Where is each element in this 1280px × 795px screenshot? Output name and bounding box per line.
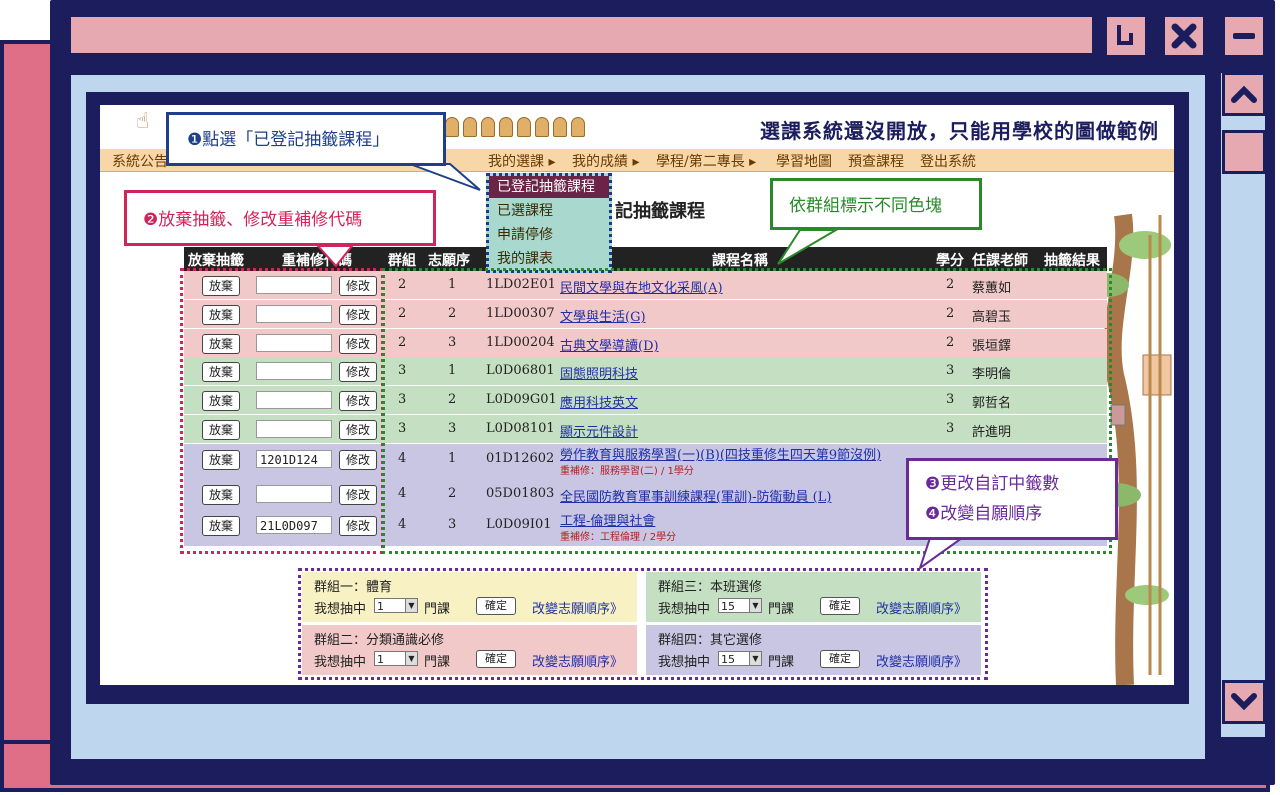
callout-step2: ❷放棄抽籤、修改重補修代碼 xyxy=(124,190,436,246)
callout-step3-4: ❸更改自訂中籤數 ❹改變自願順序 xyxy=(906,458,1118,540)
callout-step1: ❶點選「已登記抽籤課程」 xyxy=(166,112,446,166)
callout-step4: ❹改變自願順序 xyxy=(925,504,1043,524)
callout-step3: ❸更改自訂中籤數 xyxy=(925,474,1060,494)
callout-group-colors: 依群組標示不同色塊 xyxy=(770,178,982,230)
